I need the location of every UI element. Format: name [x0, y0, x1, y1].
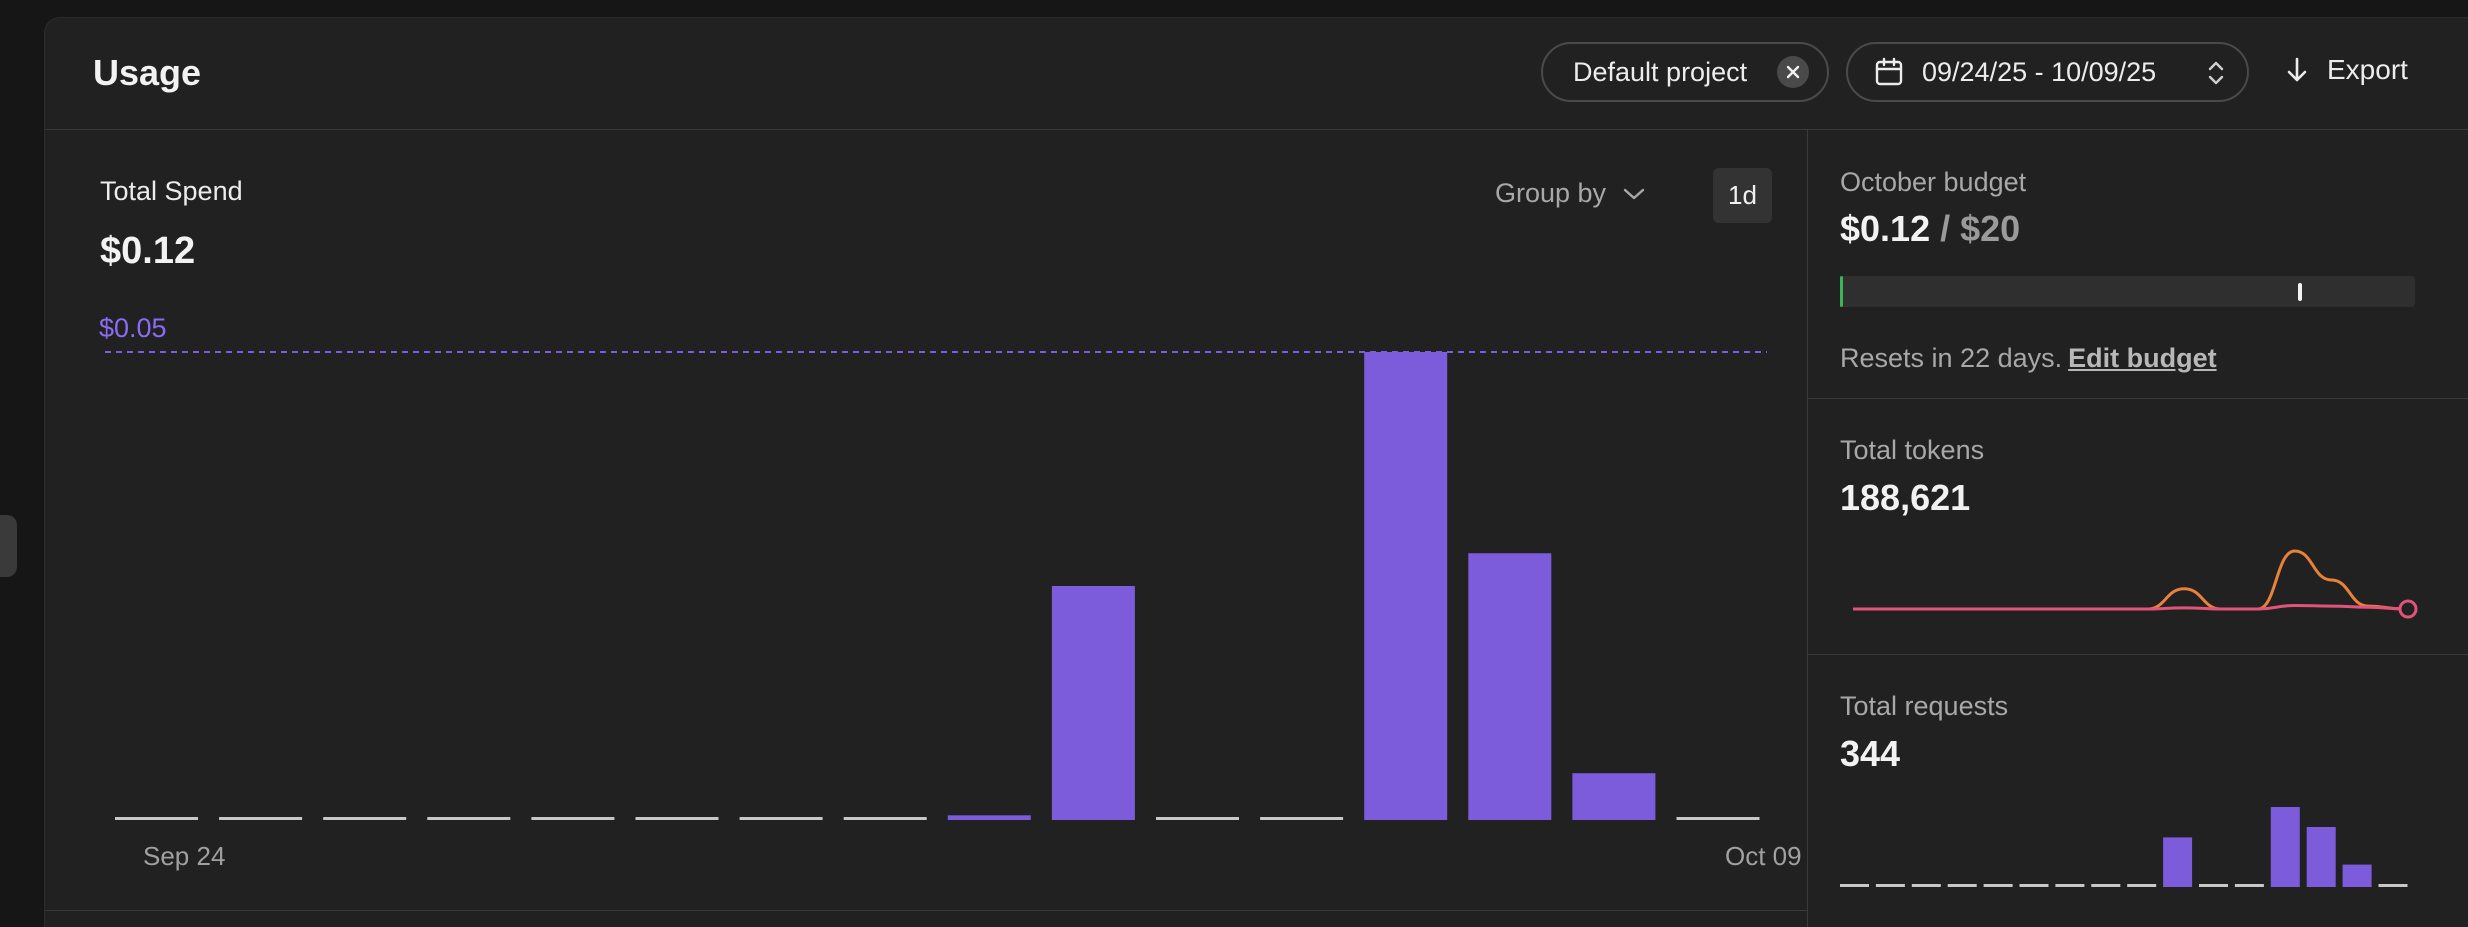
budget-progress-fill: [1840, 276, 1844, 307]
requests-mini-bar: [2091, 884, 2121, 887]
budget-label: October budget: [1840, 167, 2027, 197]
x-tick-label-first: Sep 24: [143, 841, 225, 871]
budget-used: $0.12: [1840, 208, 1931, 249]
arrow-down-icon: [2287, 57, 2307, 82]
budget-threshold-marker: [2298, 283, 2302, 301]
requests-mini-bar: [2019, 884, 2049, 887]
reference-line-label: $0.05: [99, 313, 167, 343]
budget-card: October budget $0.12 / $20 Resets in 22 …: [1808, 130, 2468, 399]
requests-mini-bar: [2378, 884, 2408, 887]
requests-mini-bar: [2342, 864, 2372, 887]
usage-panel: Usage Default project 09/24/25 - 10/09/2…: [44, 17, 2468, 927]
page-title: Usage: [93, 52, 202, 93]
requests-mini-bar: [2127, 884, 2157, 887]
spend-bar[interactable]: [843, 817, 927, 820]
total-tokens-card: Total tokens 188,621: [1808, 399, 2468, 655]
requests-mini-bar: [1983, 884, 2013, 887]
spend-bar[interactable]: [739, 817, 823, 820]
requests-mini-chart: [1840, 807, 2408, 887]
project-filter-chip[interactable]: Default project: [1541, 42, 1829, 102]
requests-mini-bar: [2199, 884, 2228, 887]
spend-bar[interactable]: [1364, 352, 1448, 820]
date-range-label: 09/24/25 - 10/09/25: [1922, 56, 2157, 87]
budget-reset-info: Resets in 22 days. Edit budget: [1840, 343, 2217, 374]
calendar-icon: [1874, 57, 1904, 87]
tokens-endpoint-dot: [2398, 599, 2418, 619]
summary-column: October budget $0.12 / $20 Resets in 22 …: [1808, 130, 2468, 927]
bars-group: [115, 352, 1760, 820]
tokens-series-a-line: [1852, 549, 2406, 611]
spend-bar[interactable]: [1468, 553, 1552, 820]
sidebar-toggle-handle[interactable]: [0, 515, 17, 577]
requests-mini-bar: [1875, 884, 1905, 887]
date-range-picker[interactable]: 09/24/25 - 10/09/25: [1846, 42, 2249, 102]
x-tick-label-last: Oct 09: [1725, 841, 1802, 871]
total-requests-card: Total requests 344: [1808, 655, 2468, 927]
tokens-sparkline: [1852, 549, 2418, 619]
edit-budget-link[interactable]: Edit budget: [2068, 343, 2216, 373]
budget-progress-bar: [1840, 276, 2415, 307]
spend-bar[interactable]: [323, 817, 407, 820]
chevron-updown-icon: [2207, 60, 2225, 86]
budget-reset-text: Resets in 22 days.: [1840, 343, 2063, 373]
requests-mini-bar: [1911, 884, 1941, 887]
spend-bar[interactable]: [1156, 817, 1239, 820]
spend-bar[interactable]: [1260, 817, 1344, 820]
spend-bar[interactable]: [115, 817, 198, 820]
budget-limit: $20: [1960, 208, 2021, 249]
requests-mini-bar: [2055, 884, 2085, 887]
close-icon[interactable]: [1777, 56, 1809, 88]
section-divider: [45, 910, 1807, 911]
budget-separator: /: [1930, 208, 1961, 249]
requests-mini-bar: [1840, 884, 1869, 887]
spend-bar[interactable]: [635, 817, 719, 820]
page-header: Usage Default project 09/24/25 - 10/09/2…: [45, 18, 2468, 130]
spend-bar-chart: $0.05 Sep 24 Oct 09: [99, 313, 1802, 871]
spend-bar[interactable]: [1051, 586, 1135, 820]
tokens-series-b-line: [1852, 604, 2406, 611]
spend-bar[interactable]: [1676, 817, 1760, 820]
spend-bar[interactable]: [427, 817, 511, 820]
requests-mini-bar: [2234, 884, 2264, 887]
requests-mini-bar: [1947, 884, 1977, 887]
spend-bar[interactable]: [219, 817, 303, 820]
project-filter-label: Default project: [1573, 56, 1748, 87]
total-spend-card: Total Spend $0.12 Group by 1d $0.05 Sep …: [45, 130, 1806, 910]
requests-mini-bar: [2270, 807, 2300, 887]
spend-bar[interactable]: [531, 817, 615, 820]
requests-mini-bar: [2163, 837, 2193, 887]
requests-mini-bar: [2306, 827, 2336, 887]
export-label: Export: [2327, 54, 2408, 85]
spend-bar[interactable]: [1572, 773, 1656, 820]
spend-bar[interactable]: [947, 815, 1031, 820]
export-button[interactable]: Export: [2285, 54, 2408, 86]
budget-value: $0.12 / $20: [1840, 208, 2020, 250]
